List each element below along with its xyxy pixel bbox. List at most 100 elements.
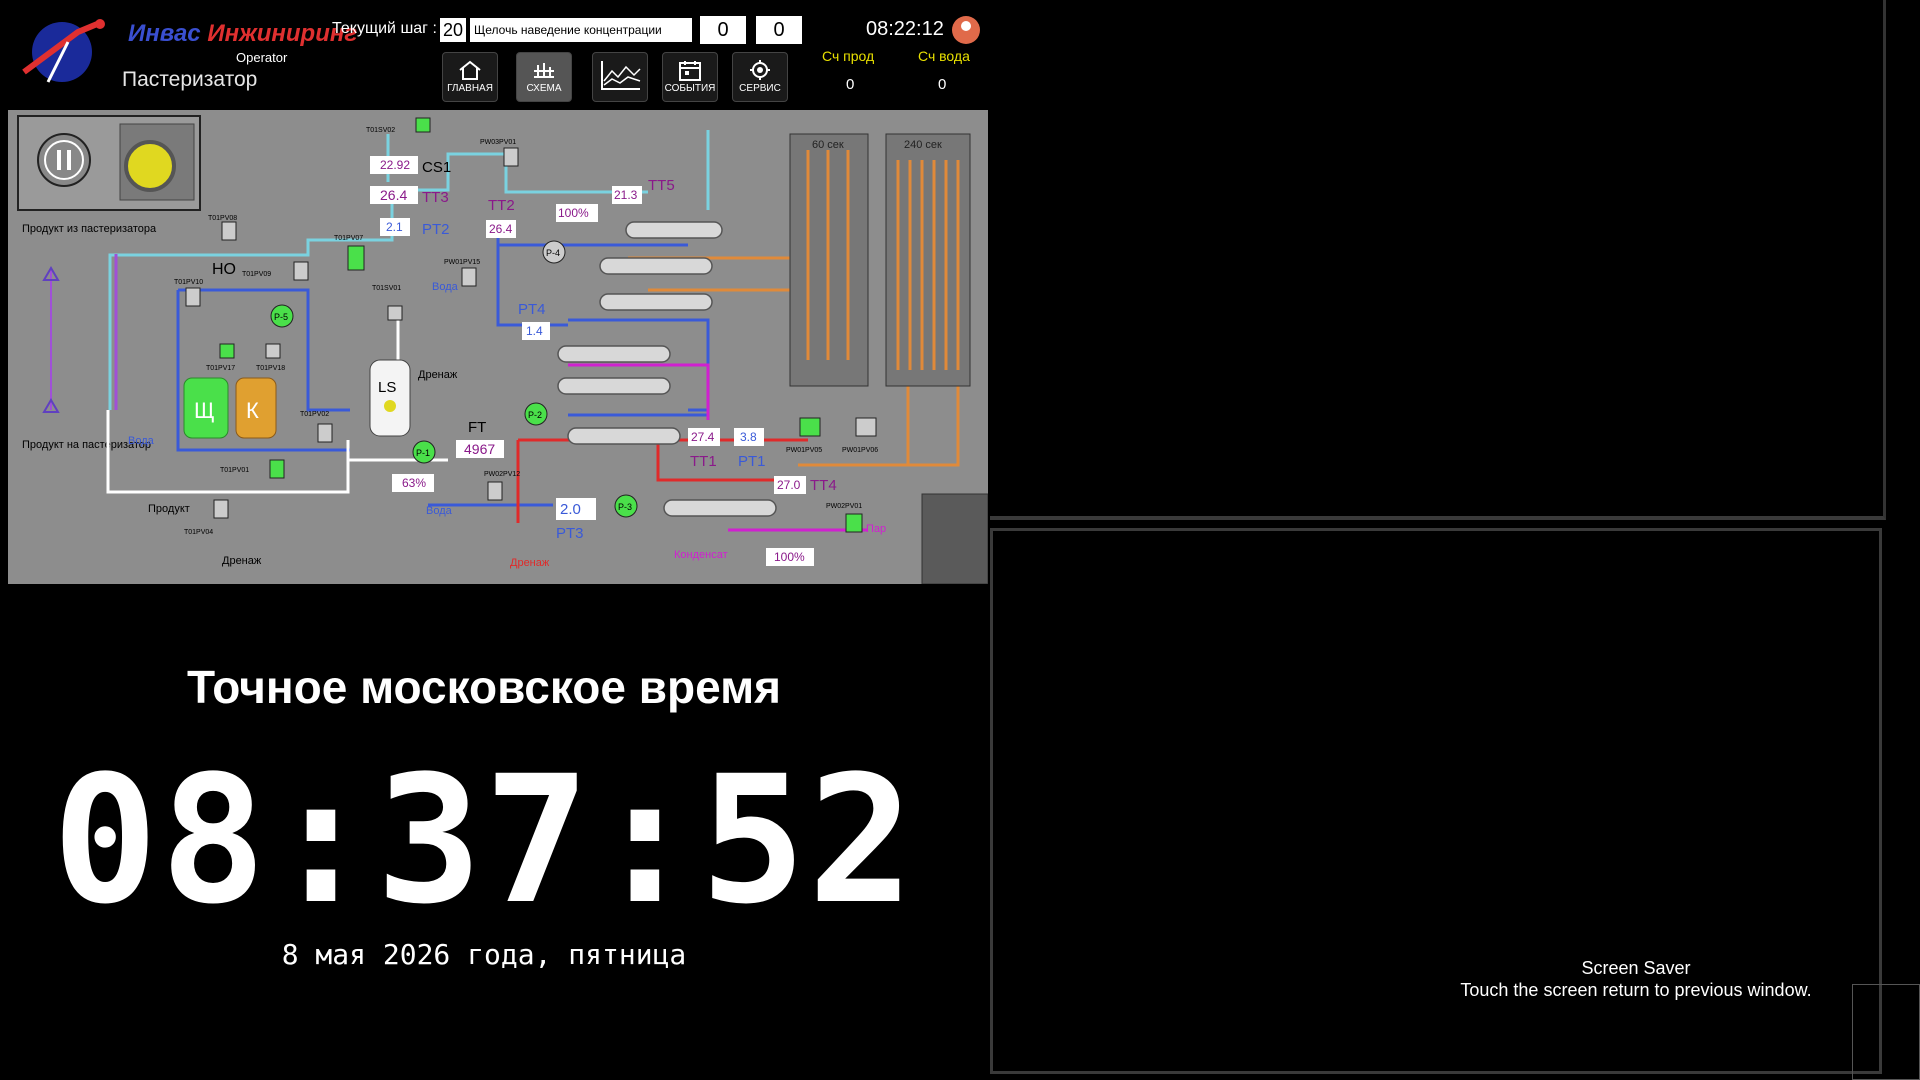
nav-scheme-button[interactable]: СХЕМА	[516, 52, 572, 102]
svg-text:100%: 100%	[774, 550, 805, 564]
scheme-diagram: Продукт из пастеризатора Продукт на паст…	[17, 115, 989, 585]
svg-text:3.8: 3.8	[740, 430, 757, 444]
svg-text:Продукт: Продукт	[148, 503, 190, 515]
pause-button[interactable]	[37, 133, 91, 187]
svg-text:PW01PV06: PW01PV06	[842, 447, 878, 454]
svg-text:PW02PV01: PW02PV01	[826, 503, 862, 510]
svg-text:T01PV08: T01PV08	[208, 215, 237, 222]
hmi-header: Инвас Инжиниринг Operator Пастеризатор Т…	[0, 0, 990, 108]
nav-home-label: ГЛАВНАЯ	[447, 83, 493, 94]
svg-text:FT: FT	[468, 419, 486, 436]
holding-tube-60: 60 сек	[789, 133, 869, 387]
svg-text:P-2: P-2	[528, 410, 542, 420]
user-icon[interactable]	[952, 16, 980, 44]
home-icon	[459, 60, 481, 80]
svg-text:Вода: Вода	[426, 505, 453, 517]
tank-alkali: Щ	[183, 377, 229, 439]
nav-trends-button[interactable]	[592, 52, 648, 102]
svg-text:P-4: P-4	[546, 248, 560, 258]
pump-p4[interactable]: P-4	[542, 240, 566, 264]
svg-text:PT4: PT4	[518, 301, 546, 318]
nav-events-button[interactable]: СОБЫТИЯ	[662, 52, 718, 102]
svg-text:TT2: TT2	[488, 197, 515, 214]
svg-text:PW01PV15: PW01PV15	[444, 259, 480, 266]
nav-scheme-label: СХЕМА	[526, 83, 562, 94]
brand-name: Инвас Инжиниринг	[128, 20, 357, 48]
pump-p5[interactable]: P-5	[270, 304, 294, 328]
corner-frame	[1852, 984, 1920, 1080]
company-logo	[22, 19, 105, 83]
tank-ls: LS	[369, 359, 411, 437]
current-step-number: 20	[440, 18, 466, 42]
svg-text:P-3: P-3	[618, 502, 632, 512]
holding-tube-240: 240 сек	[885, 133, 971, 387]
svg-text:T01PV04: T01PV04	[184, 529, 213, 536]
nav-service-button[interactable]: СЕРВИС	[732, 52, 788, 102]
gear-icon	[750, 60, 770, 80]
svg-text:T01PV17: T01PV17	[206, 365, 235, 372]
pump-p1[interactable]: P-1	[412, 440, 436, 464]
svg-text:T01SV02: T01SV02	[366, 127, 395, 134]
nav-events-label: СОБЫТИЯ	[664, 83, 716, 94]
svg-text:T01PV01: T01PV01	[220, 467, 249, 474]
svg-text:Дренаж: Дренаж	[418, 369, 458, 381]
svg-text:27.0: 27.0	[777, 478, 801, 492]
svg-text:P-5: P-5	[274, 312, 288, 322]
counter-water-value: 0	[938, 76, 947, 93]
clock-title: Точное московское время	[187, 661, 781, 713]
scheme-icon	[534, 63, 554, 78]
svg-text:T01PV09: T01PV09	[242, 271, 271, 278]
svg-text:2.1: 2.1	[386, 220, 403, 234]
nav-service-label: СЕРВИС	[739, 83, 781, 94]
svg-text:PT2: PT2	[422, 221, 450, 238]
svg-text:Дренаж: Дренаж	[510, 557, 550, 569]
svg-text:T01PV10: T01PV10	[174, 279, 203, 286]
svg-text:26.4: 26.4	[380, 187, 407, 203]
user-role: Operator	[236, 50, 288, 65]
right-top-panel	[990, 0, 1886, 520]
svg-text:T01PV02: T01PV02	[300, 411, 329, 418]
indicator-lamp	[119, 123, 195, 201]
process-scheme: Продукт из пастеризатора Продукт на паст…	[8, 110, 989, 585]
svg-text:CS1: CS1	[422, 159, 451, 176]
tank-acid: К	[235, 377, 277, 439]
pump-p3[interactable]: P-3	[614, 494, 638, 518]
svg-text:2.0: 2.0	[560, 501, 581, 518]
current-step-label: Текущий шаг :	[332, 20, 437, 37]
svg-text:P-1: P-1	[416, 448, 430, 458]
svg-text:T01SV01: T01SV01	[372, 285, 401, 292]
svg-text:Пар: Пар	[866, 523, 886, 535]
clock-date: 8 мая 2026 года, пятница	[281, 938, 687, 971]
scheme-corner-panel	[921, 493, 989, 585]
svg-text:60 сек: 60 сек	[812, 139, 844, 151]
svg-text:TT3: TT3	[422, 189, 449, 206]
svg-text:21.3: 21.3	[614, 188, 638, 202]
chart-icon	[601, 61, 641, 90]
counter-box-2: 0	[756, 16, 802, 44]
svg-text:1.4: 1.4	[526, 324, 543, 338]
svg-text:TT5: TT5	[648, 177, 675, 194]
svg-text:НО: НО	[212, 261, 236, 278]
svg-text:Вода: Вода	[432, 281, 459, 293]
svg-text:T01PV18: T01PV18	[256, 365, 285, 372]
brand-part-1: Инвас	[128, 20, 201, 47]
heat-exchangers	[557, 221, 777, 517]
calendar-icon	[679, 61, 701, 81]
counter-box-1: 0	[700, 16, 746, 44]
svg-text:22.92: 22.92	[380, 158, 410, 172]
svg-text:TT1: TT1	[690, 453, 717, 470]
header-time: 08:22:12	[866, 18, 944, 40]
svg-text:63%: 63%	[402, 476, 426, 490]
clock-time: 08:37:52	[52, 738, 916, 943]
counter-water-label: Сч вода	[918, 48, 970, 64]
svg-text:LS: LS	[378, 379, 396, 396]
nav-home-button[interactable]: ГЛАВНАЯ	[442, 52, 498, 102]
svg-text:Вода: Вода	[128, 435, 155, 447]
svg-text:К: К	[246, 398, 259, 423]
counter-product-label: Сч прод	[822, 48, 875, 64]
svg-text:240 сек: 240 сек	[904, 139, 942, 151]
svg-text:4967: 4967	[464, 441, 495, 457]
pump-p2[interactable]: P-2	[524, 402, 548, 426]
svg-text:TT4: TT4	[810, 477, 837, 494]
screensaver-hint: Touch the screen return to previous wind…	[1460, 980, 1812, 1000]
